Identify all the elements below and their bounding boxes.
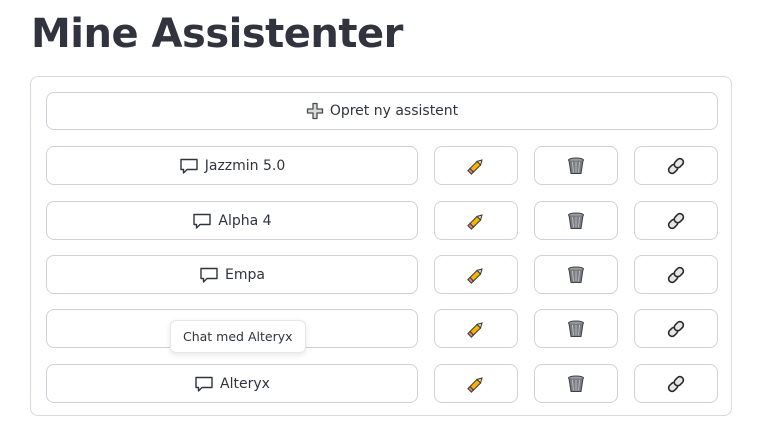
chain-link-icon (666, 319, 686, 339)
plus-icon (306, 102, 324, 120)
chat-button-assistant-1[interactable]: Jazzmin 5.0 (46, 146, 418, 185)
pencil-icon (466, 156, 486, 176)
assistant-name: Empa (225, 266, 265, 283)
speech-bubble-icon (192, 212, 212, 230)
speech-bubble-icon (179, 157, 199, 175)
delete-button-assistant-3[interactable] (534, 255, 618, 294)
link-button-assistant-1[interactable] (634, 146, 718, 185)
chat-button-assistant-3[interactable]: Empa (46, 255, 418, 294)
chain-link-icon (666, 211, 686, 231)
link-button-assistant-5[interactable] (634, 364, 718, 403)
pencil-icon (466, 211, 486, 231)
edit-button-assistant-4[interactable] (434, 309, 518, 348)
chain-link-icon (666, 374, 686, 394)
pencil-icon (466, 265, 486, 285)
create-assistant-label: Opret ny assistent (329, 103, 459, 119)
edit-button-assistant-2[interactable] (434, 201, 518, 240)
assistant-name: Alpha 4 (218, 212, 272, 229)
wastebasket-icon (566, 374, 586, 394)
chat-button-assistant-2[interactable]: Alpha 4 (46, 201, 418, 240)
edit-button-assistant-1[interactable] (434, 146, 518, 185)
speech-bubble-icon (194, 375, 214, 393)
link-button-assistant-2[interactable] (634, 201, 718, 240)
create-assistant-button[interactable]: Opret ny assistent (46, 92, 718, 130)
delete-button-assistant-4[interactable] (534, 309, 618, 348)
assistant-name: Alteryx (220, 375, 270, 392)
assistant-name: Jazzmin 5.0 (204, 157, 286, 174)
delete-button-assistant-1[interactable] (534, 146, 618, 185)
delete-button-assistant-5[interactable] (534, 364, 618, 403)
edit-button-assistant-5[interactable] (434, 364, 518, 403)
edit-button-assistant-3[interactable] (434, 255, 518, 294)
delete-button-assistant-2[interactable] (534, 201, 618, 240)
link-button-assistant-4[interactable] (634, 309, 718, 348)
page-title: Mine Assistenter (31, 11, 403, 57)
speech-bubble-icon (199, 266, 219, 284)
wastebasket-icon (566, 211, 586, 231)
wastebasket-icon (566, 265, 586, 285)
pencil-icon (466, 319, 486, 339)
wastebasket-icon (566, 319, 586, 339)
chain-link-icon (666, 265, 686, 285)
chain-link-icon (666, 156, 686, 176)
chat-button-assistant-5[interactable]: Alteryx (46, 364, 418, 403)
link-button-assistant-3[interactable] (634, 255, 718, 294)
chat-tooltip: Chat med Alteryx (170, 320, 306, 353)
pencil-icon (466, 374, 486, 394)
wastebasket-icon (566, 156, 586, 176)
